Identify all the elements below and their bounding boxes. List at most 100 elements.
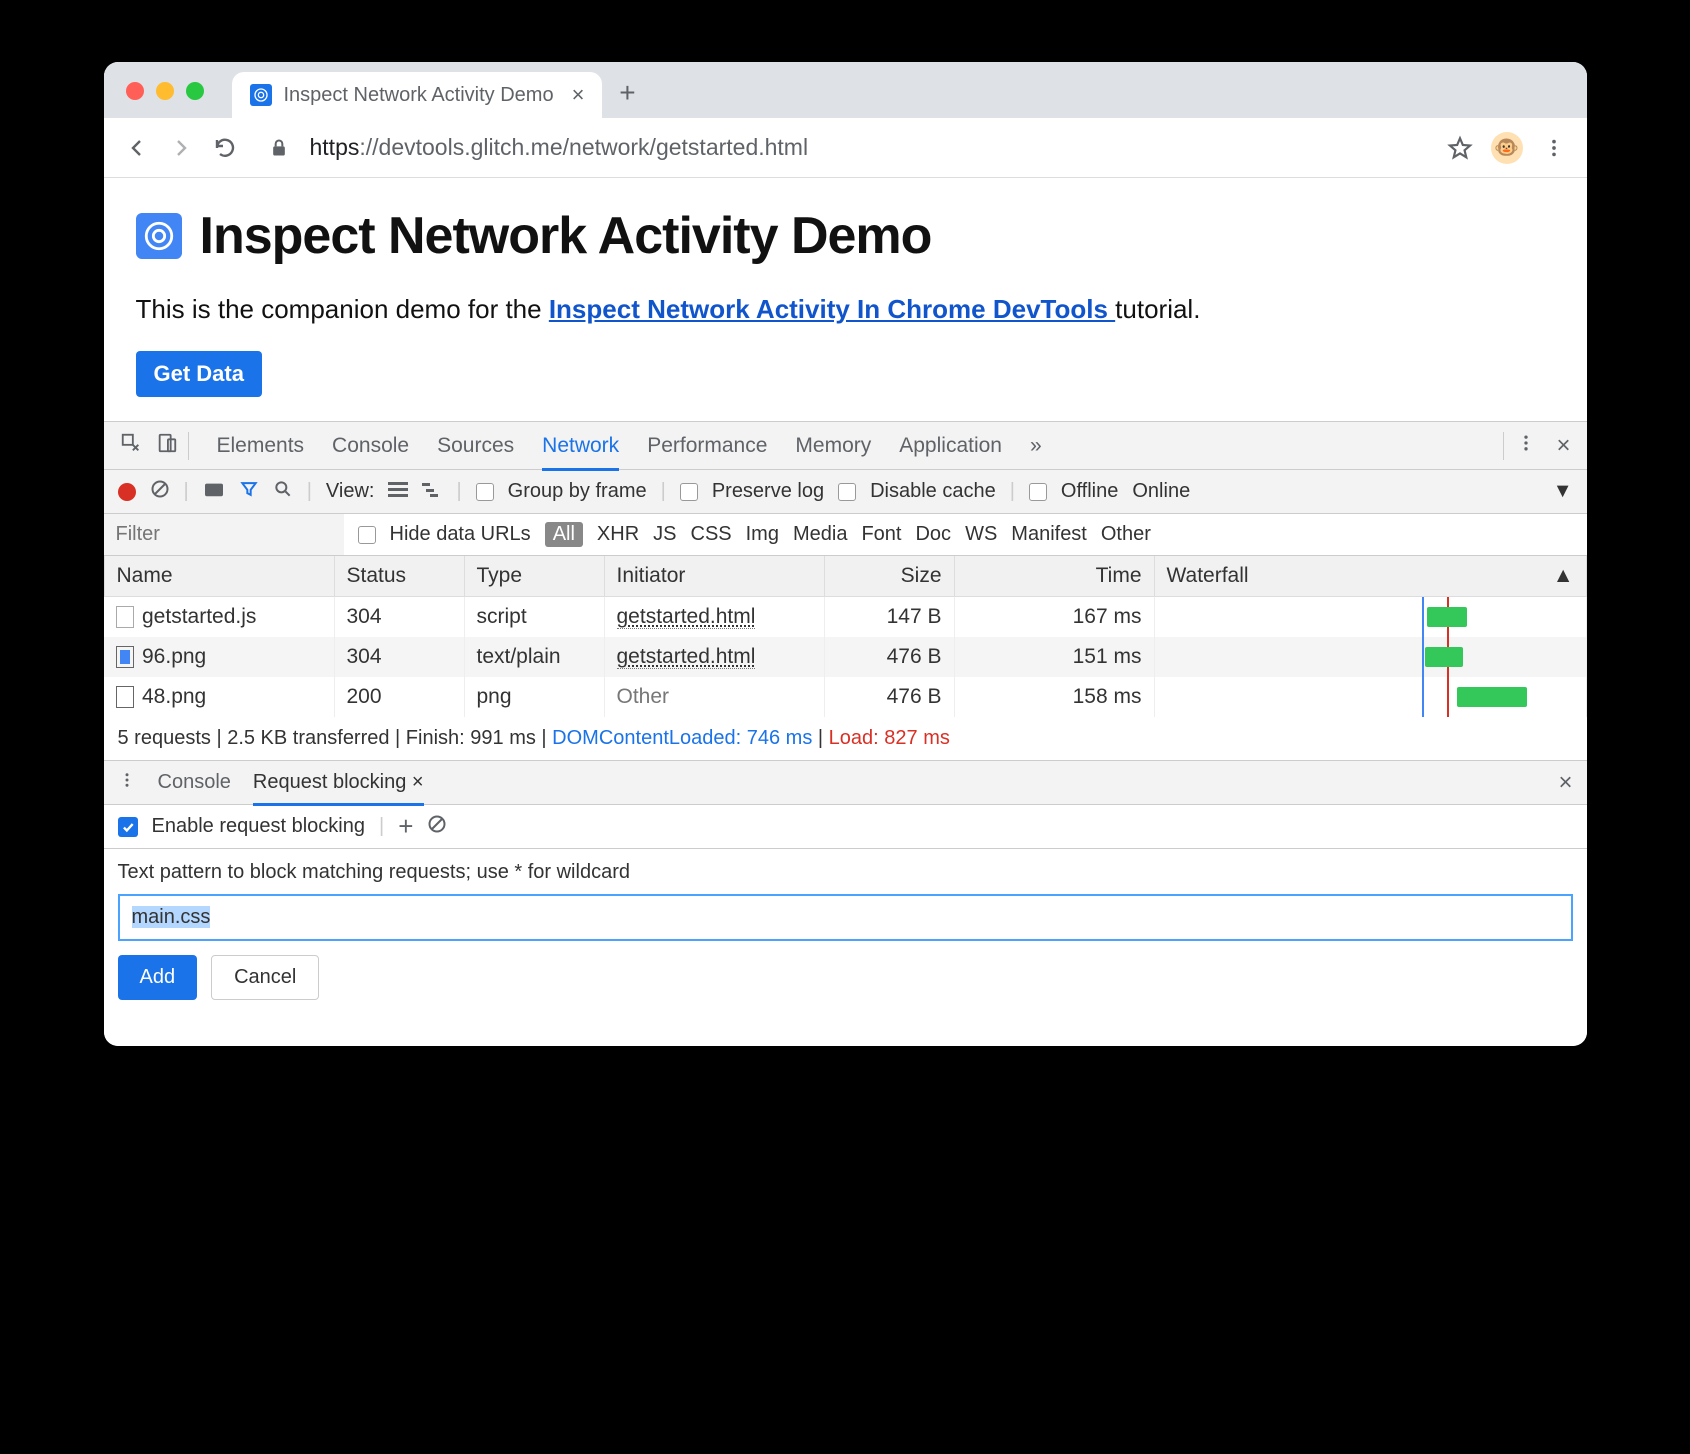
drawer-tab-request-blocking[interactable]: Request blocking × xyxy=(253,771,424,806)
filter-type-media[interactable]: Media xyxy=(793,523,847,546)
file-icon xyxy=(116,606,134,628)
devtools-panel: Elements Console Sources Network Perform… xyxy=(104,421,1587,1022)
tab-sources[interactable]: Sources xyxy=(437,434,514,458)
filter-type-js[interactable]: JS xyxy=(653,523,676,546)
block-pattern-input[interactable]: main.css xyxy=(118,894,1573,941)
online-label[interactable]: Online xyxy=(1132,480,1190,503)
tab-console[interactable]: Console xyxy=(332,434,409,458)
back-icon[interactable] xyxy=(124,135,150,161)
hide-data-urls-checkbox[interactable] xyxy=(358,526,376,544)
tab-performance[interactable]: Performance xyxy=(647,434,767,458)
initiator-link[interactable]: getstarted.html xyxy=(617,645,756,669)
offline-label: Offline xyxy=(1061,480,1118,503)
request-blocking-toolbar: Enable request blocking | + xyxy=(104,805,1587,849)
minimize-window-icon[interactable] xyxy=(156,82,174,100)
network-toolbar: | | View: | Group by frame | Preser xyxy=(104,470,1587,514)
url-text[interactable]: https://devtools.glitch.me/network/getst… xyxy=(310,134,1429,161)
clear-icon[interactable] xyxy=(150,479,170,505)
filter-input[interactable] xyxy=(104,514,344,555)
capture-screenshots-icon[interactable] xyxy=(203,480,225,504)
close-window-icon[interactable] xyxy=(126,82,144,100)
tab-application[interactable]: Application xyxy=(899,434,1002,458)
cancel-button[interactable]: Cancel xyxy=(211,955,319,1000)
close-tab-icon[interactable]: × xyxy=(572,82,585,108)
drawer-tab-bar: Console Request blocking × × xyxy=(104,761,1587,805)
col-type[interactable]: Type xyxy=(464,556,604,597)
col-status[interactable]: Status xyxy=(334,556,464,597)
tab-elements[interactable]: Elements xyxy=(217,434,305,458)
throttling-dropdown-icon[interactable]: ▼ xyxy=(1553,480,1573,503)
tab-memory[interactable]: Memory xyxy=(795,434,871,458)
table-row[interactable]: 96.png 304 text/plain getstarted.html 47… xyxy=(104,637,1586,677)
initiator-link[interactable]: getstarted.html xyxy=(617,605,756,629)
filter-type-xhr[interactable]: XHR xyxy=(597,523,639,546)
image-file-icon xyxy=(116,686,134,708)
remove-all-icon[interactable] xyxy=(427,814,447,840)
preserve-log-label: Preserve log xyxy=(712,480,824,503)
enable-request-blocking-checkbox[interactable] xyxy=(118,817,138,837)
browser-menu-icon[interactable] xyxy=(1541,135,1567,161)
initiator-text: Other xyxy=(617,685,670,708)
devtools-tab-bar: Elements Console Sources Network Perform… xyxy=(104,422,1587,470)
col-time[interactable]: Time xyxy=(954,556,1154,597)
page-logo-icon xyxy=(136,213,182,259)
tab-title: Inspect Network Activity Demo xyxy=(284,84,554,107)
col-waterfall[interactable]: Waterfall▲ xyxy=(1154,556,1586,597)
large-rows-icon[interactable] xyxy=(388,480,408,503)
add-button[interactable]: Add xyxy=(118,955,198,1000)
search-icon[interactable] xyxy=(273,479,293,505)
close-devtools-icon[interactable]: × xyxy=(1556,432,1570,460)
filter-icon[interactable] xyxy=(239,479,259,505)
reload-icon[interactable] xyxy=(212,135,238,161)
disable-cache-checkbox[interactable] xyxy=(838,483,856,501)
col-initiator[interactable]: Initiator xyxy=(604,556,824,597)
enable-request-blocking-label: Enable request blocking xyxy=(152,815,365,838)
filter-type-img[interactable]: Img xyxy=(746,523,779,546)
filter-type-ws[interactable]: WS xyxy=(965,523,997,546)
offline-checkbox[interactable] xyxy=(1029,483,1047,501)
drawer-tab-console[interactable]: Console xyxy=(158,771,231,794)
tab-network[interactable]: Network xyxy=(542,434,619,471)
browser-tab[interactable]: Inspect Network Activity Demo × xyxy=(232,72,603,118)
domcontentloaded-label: DOMContentLoaded: 746 ms xyxy=(552,727,812,749)
more-tabs-icon[interactable]: » xyxy=(1030,434,1042,458)
filter-type-doc[interactable]: Doc xyxy=(915,523,951,546)
col-name[interactable]: Name xyxy=(104,556,334,597)
filter-type-manifest[interactable]: Manifest xyxy=(1011,523,1087,546)
maximize-window-icon[interactable] xyxy=(186,82,204,100)
url-bar: https://devtools.glitch.me/network/getst… xyxy=(104,118,1587,178)
close-drawer-tab-icon[interactable]: × xyxy=(412,771,424,793)
table-row[interactable]: getstarted.js 304 script getstarted.html… xyxy=(104,597,1586,638)
record-icon[interactable] xyxy=(118,483,136,501)
drawer-menu-icon[interactable] xyxy=(118,771,136,795)
filter-type-other[interactable]: Other xyxy=(1101,523,1151,546)
group-by-frame-checkbox[interactable] xyxy=(476,483,494,501)
get-data-button[interactable]: Get Data xyxy=(136,351,262,397)
profile-avatar-icon[interactable]: 🐵 xyxy=(1491,132,1523,164)
new-tab-button[interactable]: + xyxy=(612,78,642,108)
inspect-element-icon[interactable] xyxy=(120,432,142,460)
page-heading: Inspect Network Activity Demo xyxy=(200,206,932,266)
filter-type-all[interactable]: All xyxy=(545,522,583,547)
tutorial-link[interactable]: Inspect Network Activity In Chrome DevTo… xyxy=(549,294,1115,324)
device-toggle-icon[interactable] xyxy=(156,432,178,460)
filter-type-css[interactable]: CSS xyxy=(691,523,732,546)
col-size[interactable]: Size xyxy=(824,556,954,597)
devtools-menu-icon[interactable] xyxy=(1516,433,1536,459)
star-icon[interactable] xyxy=(1447,135,1473,161)
page-content: Inspect Network Activity Demo This is th… xyxy=(104,178,1587,421)
table-row[interactable]: 48.png 200 png Other 476 B 158 ms xyxy=(104,677,1586,717)
preserve-log-checkbox[interactable] xyxy=(680,483,698,501)
network-filter-row: Hide data URLs All XHR JS CSS Img Media … xyxy=(104,514,1587,556)
lock-icon[interactable] xyxy=(266,135,292,161)
pattern-hint: Text pattern to block matching requests;… xyxy=(118,861,1573,884)
load-label: Load: 827 ms xyxy=(829,727,950,749)
favicon-icon xyxy=(250,84,272,106)
close-drawer-icon[interactable]: × xyxy=(1558,769,1572,797)
waterfall-icon-toggle[interactable] xyxy=(422,480,442,503)
window-titlebar: Inspect Network Activity Demo × + xyxy=(104,62,1587,118)
filter-type-font[interactable]: Font xyxy=(861,523,901,546)
hide-data-urls-label: Hide data URLs xyxy=(390,523,531,546)
forward-icon[interactable] xyxy=(168,135,194,161)
add-pattern-icon[interactable]: + xyxy=(398,811,413,842)
